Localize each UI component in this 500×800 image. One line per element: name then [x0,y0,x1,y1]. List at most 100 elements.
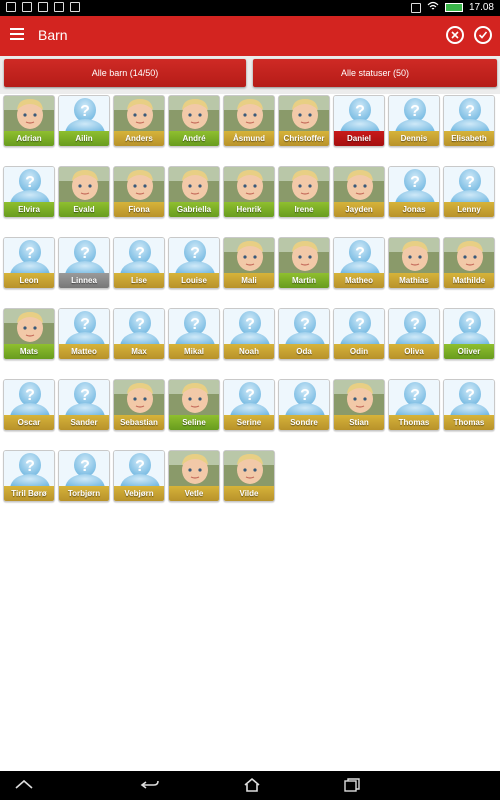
child-card[interactable]: ? Oliva [388,308,440,360]
child-card[interactable]: ? Thomas [443,379,495,431]
child-card[interactable]: ? Leon [3,237,55,289]
recent-apps-icon[interactable] [342,777,362,793]
cancel-circle-icon[interactable] [446,26,464,44]
child-name: André [169,131,219,146]
child-card[interactable]: ? Torbjørn [58,450,110,502]
svg-text:?: ? [410,174,420,191]
child-name: Evald [59,202,109,217]
child-name: Mikal [169,344,219,359]
svg-text:?: ? [355,103,365,120]
cloud-upload-icon [38,2,48,12]
child-name: Dennis [389,131,439,146]
child-card[interactable]: ? Oliver [443,308,495,360]
child-name: Mali [224,273,274,288]
child-name: Mats [4,344,54,359]
child-name: Christoffer [279,131,329,146]
child-card[interactable]: ? Louise [168,237,220,289]
child-card[interactable]: Sebastian [113,379,165,431]
child-card[interactable]: Jayden [333,166,385,218]
child-name: Vilde [224,486,274,501]
battery-icon [444,3,463,12]
child-name: Jonas [389,202,439,217]
child-card[interactable]: ? Elvira [3,166,55,218]
child-card[interactable]: Henrik [223,166,275,218]
child-card[interactable]: ? Vebjørn [113,450,165,502]
child-card[interactable]: Vilde [223,450,275,502]
child-card[interactable]: ? Oda [278,308,330,360]
child-card[interactable]: Mathias [388,237,440,289]
image-icon [54,2,64,12]
notification-icons [6,2,80,12]
child-card[interactable]: André [168,95,220,147]
child-card[interactable]: ? Matteo [58,308,110,360]
child-card[interactable]: ? Ailin [58,95,110,147]
status-filter-button[interactable]: Alle statuser (50) [253,59,497,87]
child-name: Vetle [169,486,219,501]
child-card[interactable]: ? Thomas [388,379,440,431]
home-icon[interactable] [242,777,262,793]
child-card[interactable]: ? Elisabeth [443,95,495,147]
child-card[interactable]: Vetle [168,450,220,502]
child-card[interactable]: ? Max [113,308,165,360]
child-card[interactable]: ? Dennis [388,95,440,147]
child-card[interactable]: Mathilde [443,237,495,289]
child-card[interactable]: Irene [278,166,330,218]
child-card[interactable]: Stian [333,379,385,431]
child-name: Ailin [59,131,109,146]
child-card[interactable]: ? Noah [223,308,275,360]
child-card[interactable]: ? Tiril Børø [3,450,55,502]
svg-text:?: ? [355,316,365,333]
child-card[interactable]: Mats [3,308,55,360]
svg-text:?: ? [465,174,475,191]
child-card[interactable]: Martin [278,237,330,289]
child-name: Henrik [224,202,274,217]
child-card[interactable]: Fiona [113,166,165,218]
svg-text:?: ? [80,103,90,120]
child-name: Matheo [334,273,384,288]
child-name: Thomas [389,415,439,430]
child-card[interactable]: ? Oscar [3,379,55,431]
child-name: Oliver [444,344,494,359]
svg-text:?: ? [25,174,35,191]
child-card[interactable]: Seline [168,379,220,431]
child-name: Fiona [114,202,164,217]
child-card[interactable]: Åsmund [223,95,275,147]
child-card[interactable]: Gabriella [168,166,220,218]
child-name: Vebjørn [114,486,164,501]
child-card[interactable]: Evald [58,166,110,218]
check-circle-icon[interactable] [474,26,492,44]
child-card[interactable]: ? Sondre [278,379,330,431]
children-filter-button[interactable]: Alle barn (14/50) [4,59,246,87]
child-name: Odin [334,344,384,359]
svg-text:?: ? [410,316,420,333]
child-card[interactable]: ? Matheo [333,237,385,289]
child-card[interactable]: ? Linnea [58,237,110,289]
child-card[interactable]: Mali [223,237,275,289]
child-card[interactable]: Adrian [3,95,55,147]
child-name: Sander [59,415,109,430]
back-icon[interactable] [140,777,160,793]
svg-text:?: ? [25,387,35,404]
chevron-up-icon[interactable] [14,777,34,793]
menu-icon[interactable] [10,28,24,42]
child-card[interactable]: ? Sander [58,379,110,431]
child-name: Noah [224,344,274,359]
child-card[interactable]: Anders [113,95,165,147]
child-card[interactable]: ? Jonas [388,166,440,218]
svg-text:?: ? [300,387,310,404]
child-card[interactable]: ? Lenny [443,166,495,218]
child-card[interactable]: ? Mikal [168,308,220,360]
child-name: Jayden [334,202,384,217]
child-name: Oscar [4,415,54,430]
child-name: Daniel [334,131,384,146]
child-card[interactable]: Christoffer [278,95,330,147]
svg-text:?: ? [190,245,200,262]
navigation-bar [0,771,500,800]
child-card[interactable]: ? Lise [113,237,165,289]
status-bar: 17.08 [0,0,500,16]
child-card[interactable]: ? Odin [333,308,385,360]
svg-text:?: ? [80,458,90,475]
child-card[interactable]: ? Daniel [333,95,385,147]
child-card[interactable]: ? Serine [223,379,275,431]
child-name: Thomas [444,415,494,430]
